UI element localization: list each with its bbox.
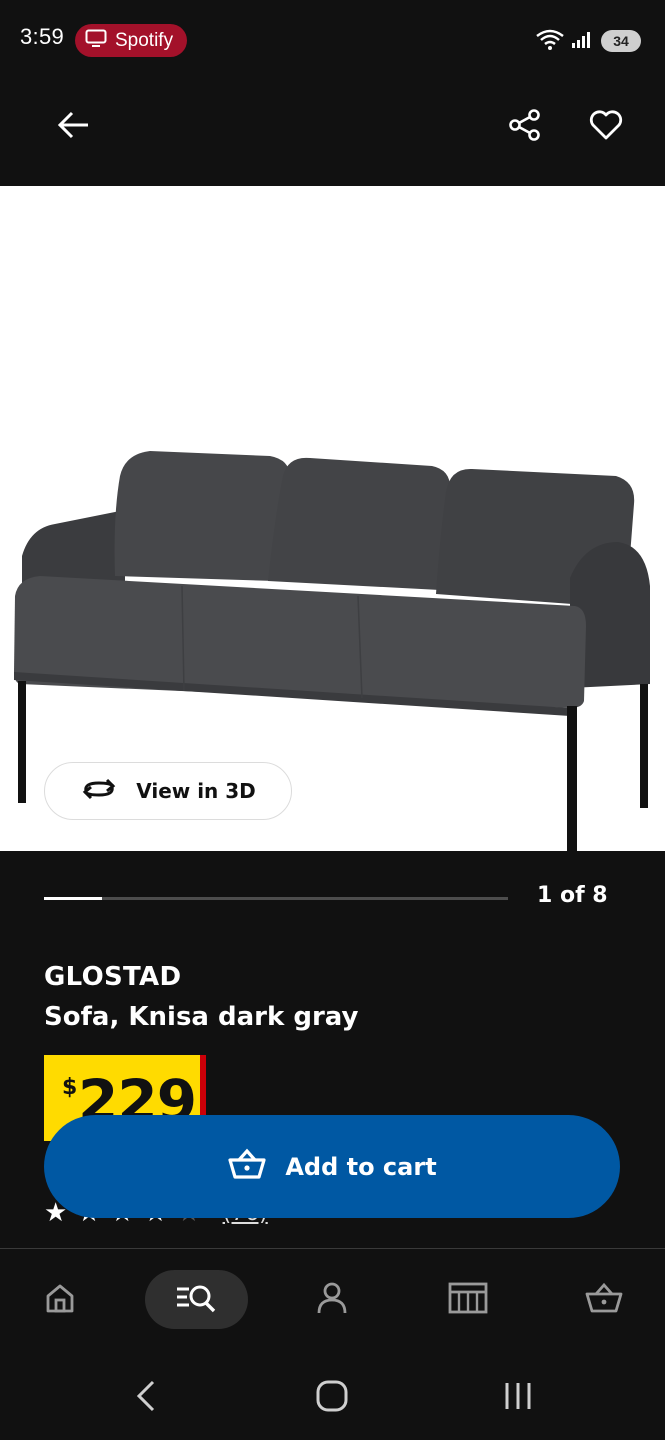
back-button[interactable]	[46, 99, 102, 155]
product-image-gallery[interactable]	[0, 186, 665, 856]
add-to-cart-label: Add to cart	[285, 1152, 437, 1181]
store-icon	[448, 1282, 488, 1318]
gallery-progress-bar	[44, 897, 508, 900]
price-currency: $	[62, 1075, 78, 1100]
nav-search[interactable]	[166, 1270, 226, 1330]
cart-icon	[227, 1148, 267, 1186]
product-description: Sofa, Knisa dark gray	[44, 1002, 359, 1032]
system-recents-button[interactable]	[488, 1373, 548, 1423]
add-to-cart-button[interactable]: Add to cart	[44, 1115, 620, 1218]
system-home-button[interactable]	[302, 1373, 362, 1423]
gallery-progress-fill	[44, 897, 102, 900]
bottom-nav-divider	[0, 1248, 665, 1249]
battery-indicator: 34	[601, 30, 641, 52]
spotify-label: Spotify	[115, 29, 174, 51]
system-navigation-bar	[0, 1355, 665, 1440]
nav-home[interactable]	[30, 1270, 90, 1330]
bottom-navigation	[0, 1250, 665, 1350]
status-icons: 34	[535, 28, 641, 54]
profile-icon	[316, 1281, 348, 1319]
share-icon	[508, 108, 542, 146]
wifi-icon	[535, 28, 565, 54]
chevron-left-icon	[134, 1379, 158, 1417]
heart-icon	[589, 110, 623, 144]
search-list-icon	[175, 1282, 217, 1318]
signal-icon	[571, 29, 595, 53]
rotate-3d-icon	[80, 777, 118, 806]
nav-profile[interactable]	[302, 1270, 362, 1330]
favorite-button[interactable]	[578, 99, 634, 155]
share-button[interactable]	[497, 99, 553, 155]
gallery-counter: 1 of 8	[537, 883, 608, 908]
cart-icon	[584, 1282, 624, 1318]
spotify-notification-pill[interactable]: Spotify	[75, 24, 188, 57]
status-time: 3:59	[20, 24, 65, 49]
home-icon	[44, 1282, 76, 1318]
system-back-button[interactable]	[116, 1373, 176, 1423]
cast-icon	[85, 29, 107, 53]
view-in-3d-label: View in 3D	[136, 779, 256, 803]
product-name: GLOSTAD	[44, 962, 182, 992]
home-circle-icon	[315, 1379, 349, 1417]
recents-icon	[502, 1380, 534, 1416]
view-in-3d-button[interactable]: View in 3D	[44, 762, 292, 820]
arrow-left-icon	[57, 110, 91, 144]
nav-cart[interactable]	[574, 1270, 634, 1330]
nav-store[interactable]	[438, 1270, 498, 1330]
